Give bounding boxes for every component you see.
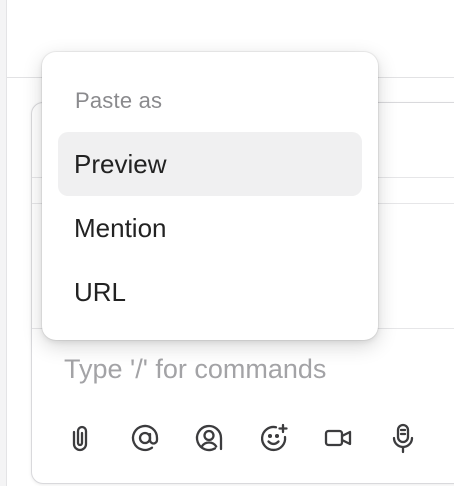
menu-item-preview[interactable]: Preview xyxy=(58,132,362,196)
emoji-add-icon xyxy=(259,423,289,453)
left-sidebar-edge xyxy=(0,0,7,486)
attach-button[interactable] xyxy=(66,422,94,454)
menu-item-mention[interactable]: Mention xyxy=(58,196,362,260)
menu-item-url[interactable]: URL xyxy=(58,260,362,324)
mention-user-icon xyxy=(194,423,224,453)
menu-heading: Paste as xyxy=(75,88,163,113)
video-camera-icon xyxy=(323,423,353,453)
microphone-icon xyxy=(389,422,417,454)
audio-button[interactable] xyxy=(389,422,417,454)
paperclip-icon xyxy=(67,423,93,453)
composer-toolbar xyxy=(66,419,453,457)
emoji-button[interactable] xyxy=(260,422,288,454)
menu-item-label: Mention xyxy=(74,212,167,243)
mention-button[interactable] xyxy=(131,422,159,454)
menu-item-label: URL xyxy=(74,276,127,307)
message-input[interactable] xyxy=(64,349,444,389)
video-button[interactable] xyxy=(324,422,352,454)
paste-as-menu: Paste as Preview Mention URL xyxy=(42,52,378,340)
mention-user-button[interactable] xyxy=(195,422,223,454)
at-sign-icon xyxy=(130,423,160,453)
menu-item-label: Preview xyxy=(74,148,167,179)
